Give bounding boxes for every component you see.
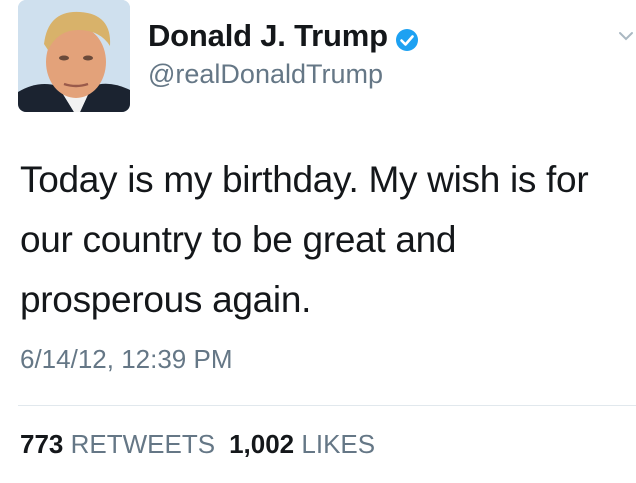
user-handle[interactable]: @realDonaldTrump <box>148 59 383 90</box>
tweet-stats: 773 RETWEETS 1,002 LIKES <box>20 429 375 460</box>
display-name-text: Donald J. Trump <box>148 18 388 53</box>
display-name[interactable]: Donald J. Trump <box>148 18 419 54</box>
likes-label: LIKES <box>301 429 376 459</box>
avatar[interactable] <box>18 0 130 112</box>
verified-badge-icon <box>395 24 419 51</box>
chevron-down-icon[interactable] <box>616 26 636 46</box>
divider <box>18 405 636 406</box>
tweet-text: Today is my birthday. My wish is for our… <box>20 159 589 320</box>
retweets-count: 773 <box>20 429 64 459</box>
avatar-image <box>18 0 130 112</box>
likes-count: 1,002 <box>229 429 295 459</box>
retweets-label: RETWEETS <box>70 429 216 459</box>
retweets-stat[interactable]: 773 RETWEETS <box>20 429 215 459</box>
tweet-timestamp[interactable]: 6/14/12, 12:39 PM <box>20 344 232 375</box>
likes-stat[interactable]: 1,002 LIKES <box>229 429 375 459</box>
